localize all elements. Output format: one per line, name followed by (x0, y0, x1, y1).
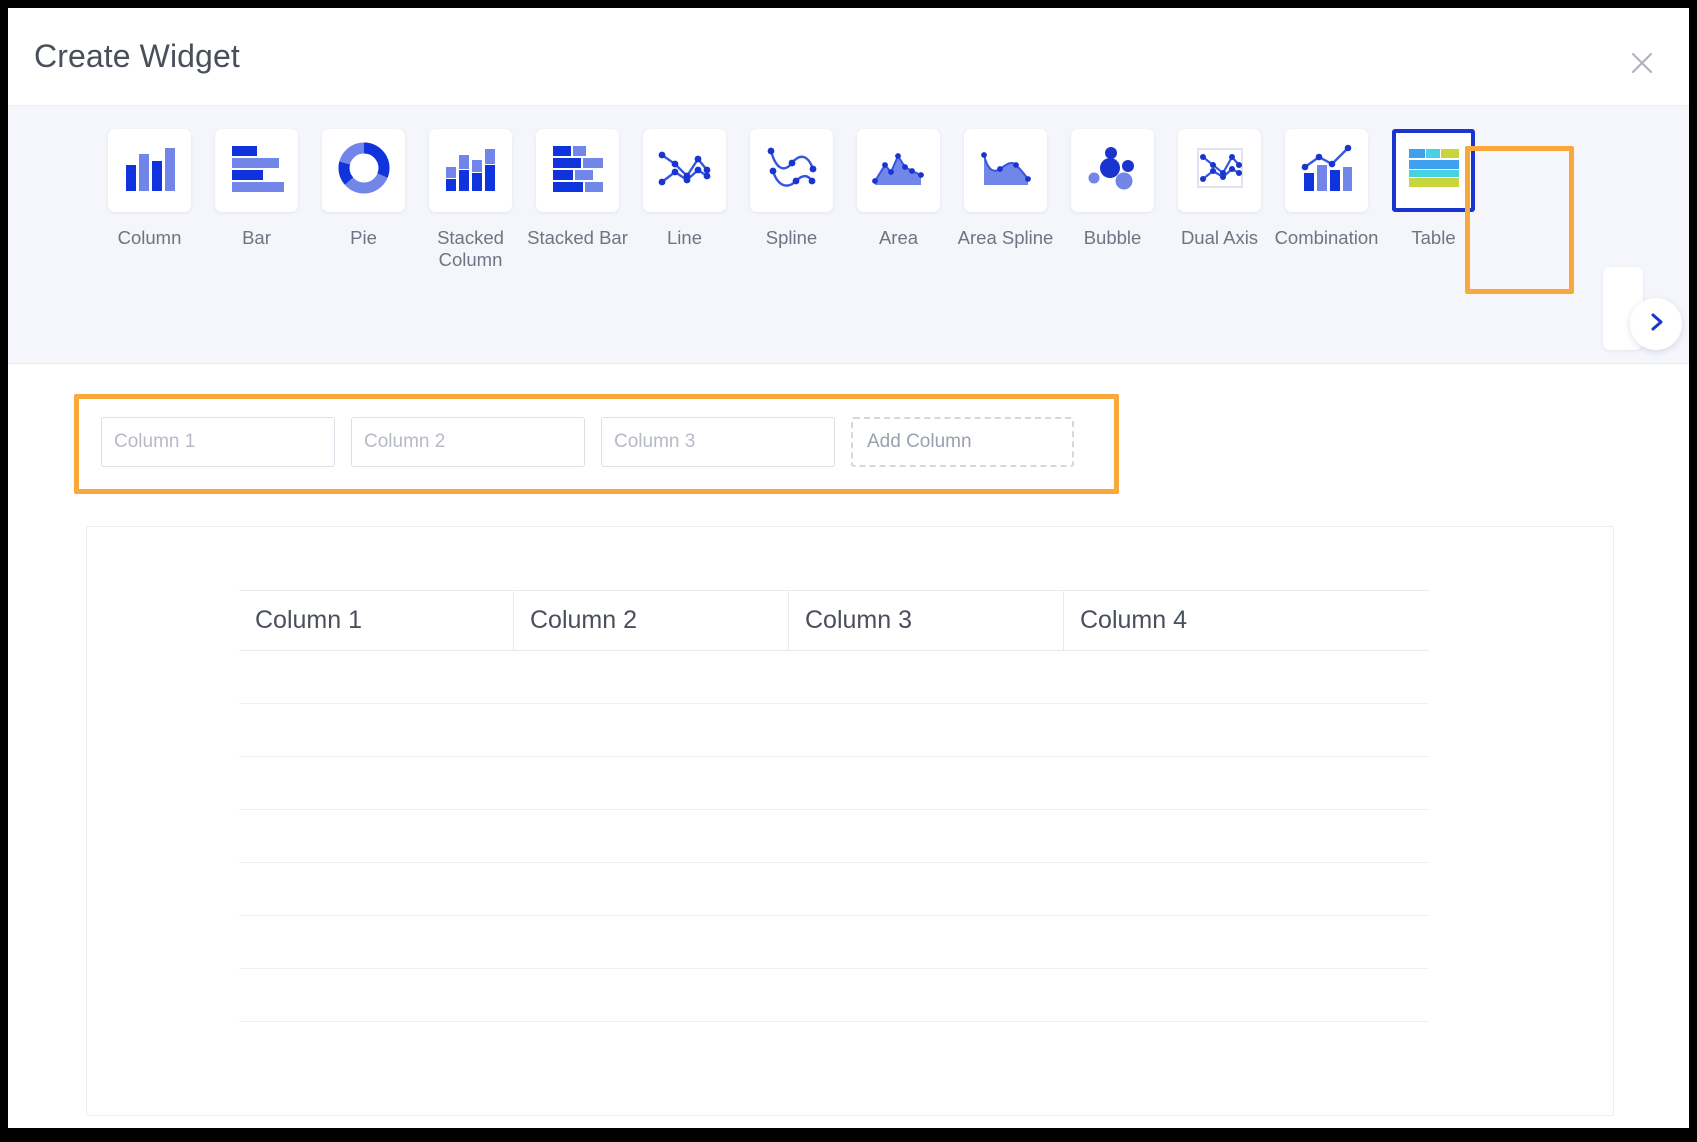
chart-type-pie[interactable]: Pie (310, 129, 417, 249)
stacked-column-icon (443, 143, 499, 198)
chart-type-stacked-bar[interactable]: Stacked Bar (524, 129, 631, 249)
chart-type-selector[interactable]: Column Bar Pie Stacked Column Stacked Ba… (8, 105, 1689, 364)
chart-type-card (964, 129, 1047, 212)
create-widget-dialog: Create Widget Column Bar Pie Stacked Col… (8, 8, 1689, 1128)
table-row (239, 863, 1429, 916)
chart-type-card (536, 129, 619, 212)
chart-type-label: Line (667, 227, 702, 248)
table-row (239, 810, 1429, 863)
table-header-cell: Column 4 (1080, 606, 1187, 634)
table-header-cell: Column 3 (789, 591, 1064, 650)
next-chart-types-button[interactable] (1630, 298, 1682, 350)
close-icon (1627, 48, 1657, 78)
table-row (239, 916, 1429, 969)
chart-type-card (643, 129, 726, 212)
area-spline-chart-icon (978, 145, 1034, 196)
chart-type-label: Spline (765, 227, 818, 248)
chart-type-card (750, 129, 833, 212)
chart-type-card-selected (1392, 129, 1475, 212)
chart-type-label: Bar (242, 227, 271, 248)
chart-type-spline[interactable]: Spline (738, 129, 845, 249)
chart-type-label: Dual Axis (1180, 227, 1259, 248)
dual-axis-chart-icon (1192, 143, 1248, 198)
table-header-row: Column 1 Column 2 Column 3 Column 4 (239, 590, 1429, 651)
chart-type-area-spline[interactable]: Area Spline (952, 129, 1059, 249)
chart-type-card (857, 129, 940, 212)
chart-type-label: Bubble (1083, 227, 1142, 248)
stacked-bar-icon (550, 143, 606, 198)
chart-type-label: Pie (350, 227, 377, 248)
bar-chart-icon (229, 143, 285, 198)
chart-type-label: Combination (1274, 227, 1379, 248)
chart-type-dual-axis[interactable]: Dual Axis (1166, 129, 1273, 249)
line-chart-icon (657, 144, 713, 197)
column-config-highlight: Column 1 Column 2 Column 3 Add Column (74, 394, 1119, 494)
add-column-button[interactable]: Add Column (851, 417, 1074, 467)
table-row (239, 757, 1429, 810)
dialog-header: Create Widget (8, 8, 1689, 105)
table-icon (1408, 147, 1460, 194)
chart-type-card (322, 129, 405, 212)
chart-type-label: Stacked Column (437, 227, 504, 270)
chart-type-bar[interactable]: Bar (203, 129, 310, 249)
chart-type-line[interactable]: Line (631, 129, 738, 249)
chart-type-card (108, 129, 191, 212)
area-chart-icon (871, 145, 927, 196)
chart-type-card (1071, 129, 1154, 212)
chart-type-card (215, 129, 298, 212)
chart-type-label: Area (878, 227, 919, 248)
chart-type-stacked-column[interactable]: Stacked Column (417, 129, 524, 271)
table-row (239, 651, 1429, 704)
column-inputs-row: Column 1 Column 2 Column 3 Add Column (101, 417, 1074, 467)
page-title: Create Widget (34, 38, 240, 74)
bubble-chart-icon (1086, 143, 1140, 198)
table-row (239, 969, 1429, 1022)
table-header-cell: Column 2 (514, 591, 789, 650)
column-3-input[interactable]: Column 3 (601, 417, 835, 467)
column-chart-icon (122, 143, 178, 198)
chart-type-area[interactable]: Area (845, 129, 952, 249)
chart-type-combination[interactable]: Combination (1273, 129, 1380, 249)
chevron-right-icon (1644, 310, 1668, 339)
table-row (239, 704, 1429, 757)
chart-type-table[interactable]: Table (1380, 129, 1487, 249)
screenshot-root: Create Widget Column Bar Pie Stacked Col… (0, 0, 1697, 1142)
chart-type-bubble[interactable]: Bubble (1059, 129, 1166, 249)
column-1-input[interactable]: Column 1 (101, 417, 335, 467)
combination-chart-icon (1299, 143, 1355, 198)
chart-type-card (1285, 129, 1368, 212)
chart-type-card (429, 129, 512, 212)
table-header-cell: Column 1 (239, 591, 514, 650)
preview-table: Column 1 Column 2 Column 3 Column 4 (239, 590, 1429, 1022)
chart-type-label: Column (117, 227, 182, 248)
widget-preview-panel: Column 1 Column 2 Column 3 Column 4 (86, 526, 1614, 1116)
pie-chart-icon (337, 141, 391, 200)
column-2-input[interactable]: Column 2 (351, 417, 585, 467)
chart-type-label: Stacked Bar (527, 227, 628, 248)
chart-type-label: Area Spline (957, 227, 1054, 248)
chart-type-label: Table (1411, 227, 1456, 248)
spline-chart-icon (764, 143, 820, 198)
close-button[interactable] (1623, 44, 1661, 82)
chart-type-card (1178, 129, 1261, 212)
chart-type-column[interactable]: Column (96, 129, 203, 249)
